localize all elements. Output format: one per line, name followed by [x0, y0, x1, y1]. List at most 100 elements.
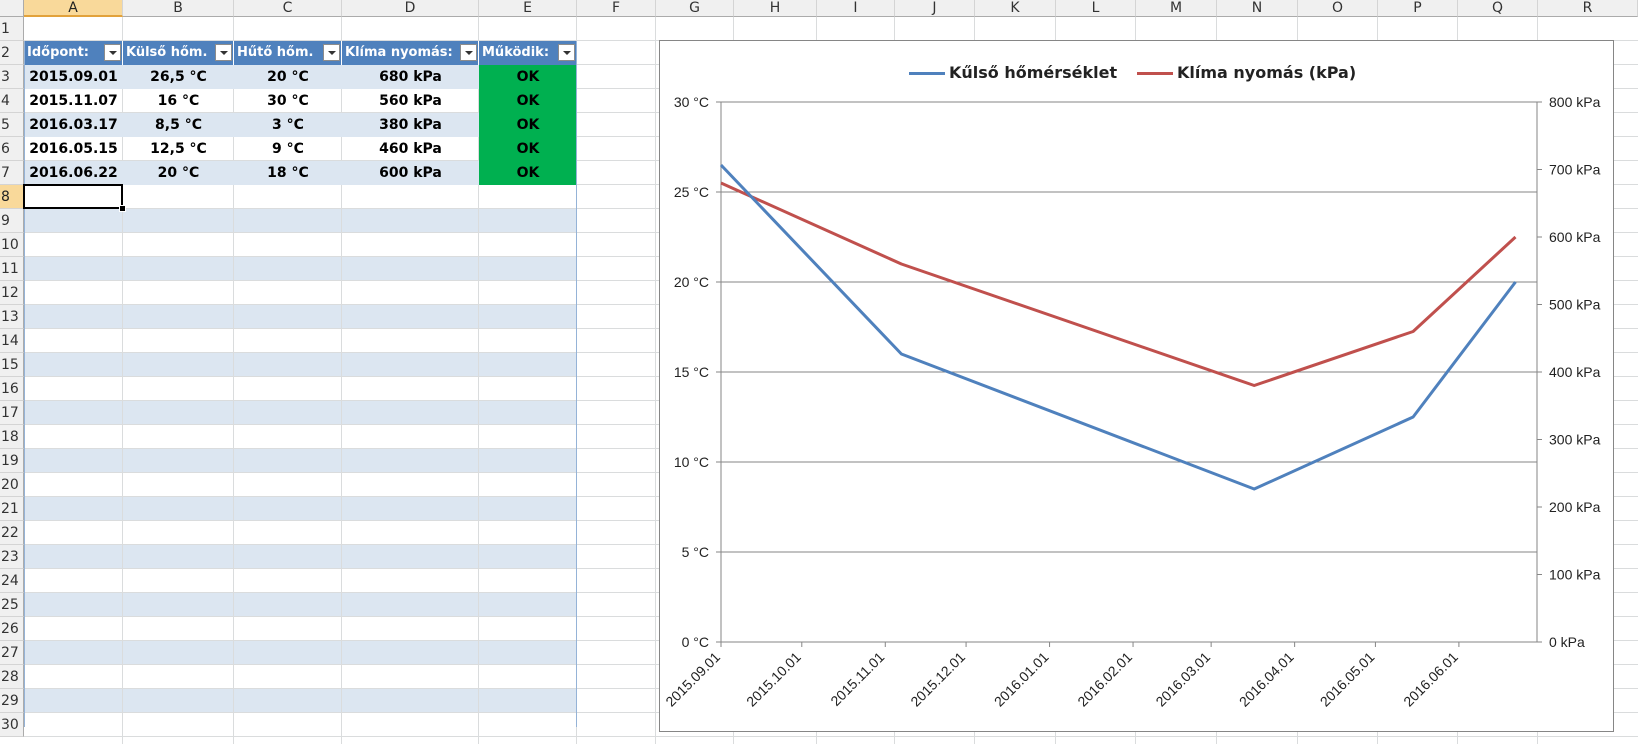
table-cell[interactable]: 8,5 °C [123, 113, 234, 137]
row-header-28[interactable]: 28 [0, 665, 24, 689]
row-header-13[interactable]: 13 [0, 305, 24, 329]
filter-dropdown-icon[interactable] [215, 44, 232, 61]
table-header-label: Klíma nyomás: [345, 45, 453, 60]
row-header-8[interactable]: 8 [0, 185, 24, 209]
table-cell[interactable]: 2015.11.07 [24, 89, 123, 113]
table-cell[interactable]: 560 kPa [342, 89, 479, 113]
series-line-pressure [720, 181, 1517, 387]
row-header-26[interactable]: 26 [0, 617, 24, 641]
row-header-14[interactable]: 14 [0, 329, 24, 353]
column-header-r[interactable]: R [1538, 0, 1638, 17]
x-tick-label: 2016.01.01 [991, 649, 1052, 710]
row-header-6[interactable]: 6 [0, 137, 24, 161]
column-header-i[interactable]: I [817, 0, 895, 17]
table-band-row [24, 305, 577, 329]
x-tick-label: 2015.10.01 [743, 649, 804, 710]
row-header-5[interactable]: 5 [0, 113, 24, 137]
table-cell[interactable]: 26,5 °C [123, 65, 234, 89]
row-header-25[interactable]: 25 [0, 593, 24, 617]
row-header-20[interactable]: 20 [0, 473, 24, 497]
column-header-o[interactable]: O [1298, 0, 1378, 17]
column-header-n[interactable]: N [1217, 0, 1298, 17]
table-cell[interactable]: 380 kPa [342, 113, 479, 137]
row-header-18[interactable]: 18 [0, 425, 24, 449]
table-cell[interactable]: 16 °C [123, 89, 234, 113]
filter-dropdown-icon[interactable] [460, 44, 477, 61]
row-header-11[interactable]: 11 [0, 257, 24, 281]
table-band-row [24, 353, 577, 377]
row-header-3[interactable]: 3 [0, 65, 24, 89]
table-cell[interactable]: 30 °C [234, 89, 342, 113]
column-header-a[interactable]: A [24, 0, 123, 17]
row-header-27[interactable]: 27 [0, 641, 24, 665]
table-header-label: Hűtő hőm. [237, 45, 314, 60]
table-cell[interactable]: 12,5 °C [123, 137, 234, 161]
column-header-h[interactable]: H [734, 0, 817, 17]
column-header-q[interactable]: Q [1458, 0, 1538, 17]
table-cell[interactable]: 460 kPa [342, 137, 479, 161]
column-header-m[interactable]: M [1136, 0, 1217, 17]
table-cell[interactable]: 600 kPa [342, 161, 479, 185]
table-cell[interactable]: 2015.09.01 [24, 65, 123, 89]
row-header-29[interactable]: 29 [0, 689, 24, 713]
table-header-label: Időpont: [27, 45, 89, 60]
column-header-l[interactable]: L [1056, 0, 1136, 17]
table-header-cell[interactable]: Klíma nyomás: [342, 41, 479, 65]
chart-plot-svg: 0 °C 5 °C 10 °C 15 °C 20 °C 25 °C 30 °C 0 kPa 10… [662, 94, 1601, 710]
row-header-19[interactable]: 19 [0, 449, 24, 473]
status-cell[interactable]: OK [479, 137, 577, 161]
line-chart[interactable]: Kűlső hőmérséklet Klíma nyomás (kPa) 0 °… [659, 40, 1614, 732]
row-header-12[interactable]: 12 [0, 281, 24, 305]
status-cell[interactable]: OK [479, 113, 577, 137]
table-band-row [24, 593, 577, 617]
y-left-tick-label: 0 °C [682, 634, 709, 650]
table-header-label: Működik: [482, 45, 550, 60]
select-all-corner[interactable] [0, 0, 24, 17]
row-header-4[interactable]: 4 [0, 89, 24, 113]
filter-dropdown-icon[interactable] [323, 44, 340, 61]
row-header-23[interactable]: 23 [0, 545, 24, 569]
table-cell[interactable]: 18 °C [234, 161, 342, 185]
row-header-1[interactable]: 1 [0, 17, 24, 41]
table-cell[interactable]: 3 °C [234, 113, 342, 137]
column-header-g[interactable]: G [656, 0, 734, 17]
column-header-c[interactable]: C [234, 0, 342, 17]
table-cell[interactable]: 2016.06.22 [24, 161, 123, 185]
filter-dropdown-icon[interactable] [558, 44, 575, 61]
row-header-22[interactable]: 22 [0, 521, 24, 545]
column-header-k[interactable]: K [975, 0, 1056, 17]
fill-handle[interactable] [119, 205, 126, 212]
table-band-row [24, 497, 577, 521]
column-header-j[interactable]: J [895, 0, 975, 17]
table-cell[interactable]: 9 °C [234, 137, 342, 161]
row-header-10[interactable]: 10 [0, 233, 24, 257]
row-header-2[interactable]: 2 [0, 41, 24, 65]
table-border [24, 41, 25, 727]
table-band-row [24, 257, 577, 281]
column-header-f[interactable]: F [577, 0, 656, 17]
row-header-15[interactable]: 15 [0, 353, 24, 377]
column-header-p[interactable]: P [1378, 0, 1458, 17]
filter-dropdown-icon[interactable] [104, 44, 121, 61]
table-band-row [24, 545, 577, 569]
table-cell[interactable]: 680 kPa [342, 65, 479, 89]
table-cell[interactable]: 20 °C [234, 65, 342, 89]
row-header-9[interactable]: 9 [0, 209, 24, 233]
row-header-16[interactable]: 16 [0, 377, 24, 401]
y-right-tick-label: 200 kPa [1549, 499, 1601, 515]
column-header-e[interactable]: E [479, 0, 577, 17]
status-cell[interactable]: OK [479, 89, 577, 113]
table-cell[interactable]: 20 °C [123, 161, 234, 185]
column-header-d[interactable]: D [342, 0, 479, 17]
status-cell[interactable]: OK [479, 65, 577, 89]
active-cell-cursor[interactable] [23, 184, 123, 209]
column-header-b[interactable]: B [123, 0, 234, 17]
table-cell[interactable]: 2016.05.15 [24, 137, 123, 161]
row-header-17[interactable]: 17 [0, 401, 24, 425]
row-header-7[interactable]: 7 [0, 161, 24, 185]
status-cell[interactable]: OK [479, 161, 577, 185]
row-header-21[interactable]: 21 [0, 497, 24, 521]
row-header-30[interactable]: 30 [0, 713, 24, 737]
row-header-24[interactable]: 24 [0, 569, 24, 593]
table-cell[interactable]: 2016.03.17 [24, 113, 123, 137]
